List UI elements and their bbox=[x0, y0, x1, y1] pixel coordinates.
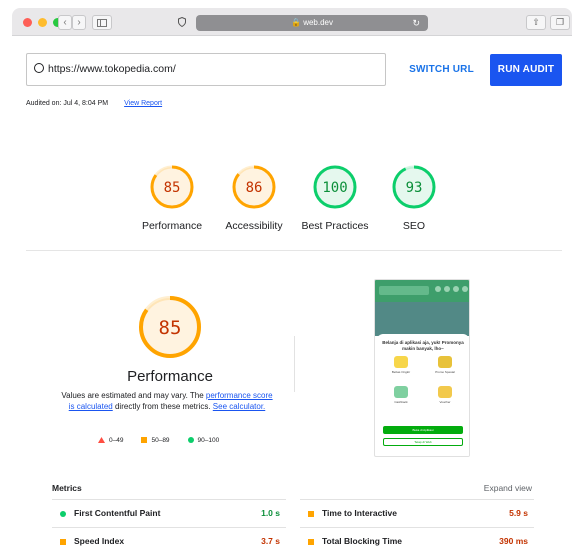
metric-value: 390 ms bbox=[499, 536, 528, 546]
best-practices-gauge-ring: 100 bbox=[313, 165, 357, 209]
metric-row: Speed Index 3.7 s bbox=[52, 527, 286, 553]
url-input[interactable]: https://www.tokopedia.com/ bbox=[26, 53, 386, 86]
gauge-accessibility[interactable]: 86 Accessibility bbox=[214, 164, 294, 232]
run-audit-button[interactable]: RUN AUDIT bbox=[490, 54, 562, 86]
average-square-icon bbox=[60, 537, 66, 547]
circle-icon bbox=[187, 437, 194, 445]
screenshot-heading: Belanja di aplikasi aja, yuk! Promonya m… bbox=[382, 340, 464, 351]
close-window-button[interactable] bbox=[23, 18, 32, 27]
vertical-divider bbox=[294, 336, 295, 392]
metric-row: Time to Interactive 5.9 s bbox=[300, 499, 534, 525]
performance-big-score: 85 bbox=[159, 317, 182, 339]
performance-gauge-ring: 85 bbox=[150, 165, 194, 209]
gauge-best-practices[interactable]: 100 Best Practices bbox=[295, 164, 375, 232]
square-icon bbox=[141, 437, 148, 445]
metric-row: Total Blocking Time 390 ms bbox=[300, 527, 534, 553]
metric-value: 3.7 s bbox=[261, 536, 280, 546]
legend-fail-range: 0–49 bbox=[109, 437, 124, 444]
feature-label: Promo Spesial bbox=[435, 370, 455, 374]
score-gauges: 85 Performance 86 Accessibility 100 Best… bbox=[12, 164, 572, 244]
metric-value: 1.0 s bbox=[261, 508, 280, 518]
average-square-icon bbox=[308, 537, 314, 547]
gauge-seo[interactable]: 93 SEO bbox=[374, 164, 454, 232]
section-divider bbox=[26, 250, 562, 251]
metric-name: Total Blocking Time bbox=[322, 536, 402, 546]
performance-big-ring: 85 bbox=[139, 296, 201, 358]
page-screenshot[interactable]: Belanja di aplikasi aja, yuk! Promonya m… bbox=[374, 279, 470, 457]
average-square-icon bbox=[308, 509, 314, 519]
window-controls bbox=[23, 18, 62, 27]
globe-icon bbox=[34, 63, 44, 73]
metric-value: 5.9 s bbox=[509, 508, 528, 518]
screenshot-stay-web-button: Tetap di Web bbox=[383, 438, 463, 446]
seo-gauge-ring: 93 bbox=[392, 165, 436, 209]
best-practices-score: 100 bbox=[322, 180, 347, 196]
screenshot-open-app-button: Buka di Aplikasi bbox=[383, 426, 463, 434]
seo-score: 93 bbox=[406, 180, 423, 196]
performance-description: Values are estimated and may vary. The p… bbox=[61, 391, 273, 412]
desc-text-2: directly from these metrics. bbox=[112, 401, 213, 411]
performance-heading: Performance bbox=[127, 368, 213, 385]
privacy-report-button[interactable] bbox=[174, 15, 189, 30]
back-button[interactable]: ‹ bbox=[58, 15, 72, 30]
audit-timestamp-row: Audited on: Jul 4, 8:04 PM View Report bbox=[26, 100, 162, 107]
metric-name: Speed Index bbox=[74, 536, 125, 546]
page-content: https://www.tokopedia.com/ SWITCH URL RU… bbox=[12, 36, 572, 558]
feature-label: Voucher bbox=[439, 400, 451, 404]
seo-label: SEO bbox=[402, 220, 426, 232]
screenshot-app-banner: Belanja di aplikasi aja, yuk! Promonya m… bbox=[377, 334, 469, 456]
switch-url-button[interactable]: SWITCH URL bbox=[405, 55, 478, 85]
address-text: web.dev bbox=[303, 18, 333, 27]
lock-icon: 🔒 bbox=[291, 18, 301, 27]
screenshot-feature: Promo Spesial bbox=[427, 356, 463, 374]
address-bar[interactable]: 🔒 web.dev ↻ bbox=[196, 15, 428, 31]
audited-on-text: Audited on: Jul 4, 8:04 PM bbox=[26, 100, 109, 107]
tabs-overview-button[interactable]: ❐ bbox=[550, 15, 570, 30]
share-button[interactable]: ⇧ bbox=[526, 15, 546, 30]
legend-pass: 90–100 bbox=[187, 437, 220, 445]
screenshot-feature: Voucher bbox=[427, 386, 463, 404]
score-legend: 0–49 50–89 90–100 bbox=[98, 437, 219, 445]
forward-button[interactable]: › bbox=[72, 15, 86, 30]
metric-name: First Contentful Paint bbox=[74, 508, 161, 518]
sidebar-icon bbox=[97, 19, 107, 27]
screenshot-search-bar bbox=[379, 286, 429, 295]
performance-detail-gauge: 85 bbox=[137, 294, 203, 365]
screenshot-icon bbox=[453, 286, 459, 292]
feature-label: Cashback bbox=[394, 400, 408, 404]
browser-toolbar: ‹ › 🔒 web.dev ↻ ⇧ ❐ bbox=[12, 8, 572, 36]
pass-circle-icon bbox=[60, 509, 66, 519]
screenshot-overlay bbox=[375, 302, 469, 336]
url-value: https://www.tokopedia.com/ bbox=[48, 63, 176, 75]
expand-view-button[interactable]: Expand view bbox=[484, 483, 532, 493]
metric-row: First Contentful Paint 1.0 s bbox=[52, 499, 286, 525]
see-calculator-link[interactable]: See calculator. bbox=[213, 402, 265, 411]
reload-icon[interactable]: ↻ bbox=[412, 15, 420, 31]
accessibility-gauge-ring: 86 bbox=[232, 165, 276, 209]
desc-text-1: Values are estimated and may vary. The bbox=[61, 391, 206, 400]
screenshot-feature: Cashback bbox=[383, 386, 419, 404]
metrics-title: Metrics bbox=[52, 483, 82, 493]
screenshot-icon bbox=[435, 286, 441, 292]
gauge-performance[interactable]: 85 Performance bbox=[132, 164, 212, 232]
legend-average: 50–89 bbox=[141, 437, 170, 445]
legend-pass-range: 90–100 bbox=[197, 437, 220, 444]
shield-icon bbox=[177, 16, 186, 28]
screenshot-feature: Bebas Ongkir bbox=[383, 356, 419, 374]
metric-name: Time to Interactive bbox=[322, 508, 397, 518]
minimize-window-button[interactable] bbox=[38, 18, 47, 27]
best-practices-label: Best Practices bbox=[301, 220, 369, 232]
accessibility-score: 86 bbox=[246, 180, 263, 196]
accessibility-label: Accessibility bbox=[225, 220, 283, 232]
performance-label: Performance bbox=[141, 220, 203, 232]
triangle-icon bbox=[98, 437, 105, 445]
sidebar-toggle-button[interactable] bbox=[92, 15, 112, 30]
feature-label: Bebas Ongkir bbox=[391, 370, 411, 374]
performance-score: 85 bbox=[164, 180, 181, 196]
screenshot-icon bbox=[462, 286, 468, 292]
screenshot-icon bbox=[444, 286, 450, 292]
view-report-link[interactable]: View Report bbox=[124, 100, 162, 107]
legend-average-range: 50–89 bbox=[151, 437, 170, 444]
legend-fail: 0–49 bbox=[98, 437, 123, 445]
